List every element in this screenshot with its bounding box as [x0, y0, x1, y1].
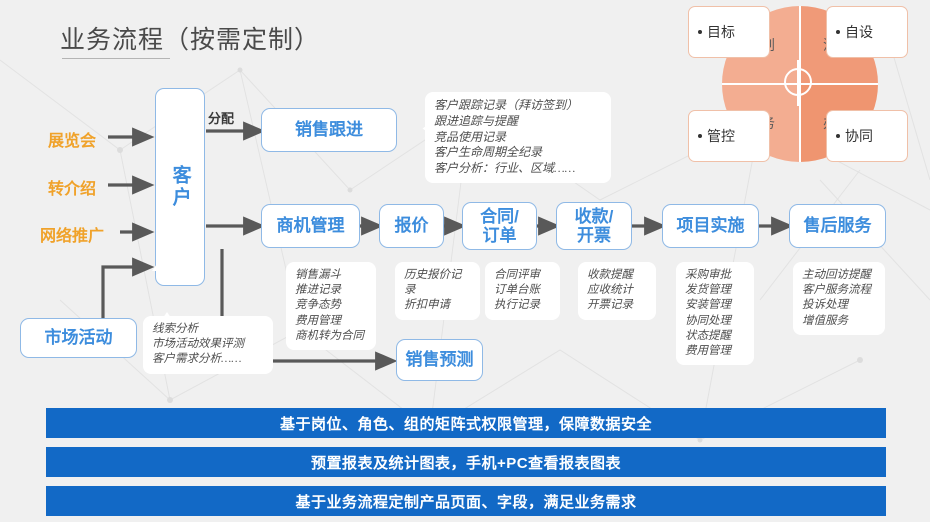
node-market-activity[interactable]: 市场活动: [20, 318, 137, 358]
node-sales-follow[interactable]: 销售跟进: [261, 108, 397, 152]
circle-corner-goal-label: 目标: [707, 24, 735, 40]
bullet-icon: [698, 30, 702, 34]
node-sales-forecast[interactable]: 销售预测: [396, 339, 483, 381]
node-quotation[interactable]: 报价: [379, 204, 444, 248]
circle-center-ring-icon: [784, 60, 812, 106]
source-label-referral: 转介绍: [48, 181, 97, 198]
note-opportunity: 销售漏斗 推进记录 竞争态势 费用管理 商机转为合同: [286, 262, 376, 350]
banner-customization: 基于业务流程定制产品页面、字段，满足业务需求: [46, 486, 886, 516]
slide-canvas: 业务流程（按需定制） 展览会 转介绍 网络推广 客户 市场活动 线索分析 市场活…: [0, 0, 930, 522]
arrow-label-assign: 分配: [208, 111, 235, 126]
node-payment-invoice[interactable]: 收款/ 开票: [556, 202, 632, 250]
note-contract-order: 合同评审 订单台账 执行记录: [485, 262, 560, 320]
note-tail-opportunity: [152, 258, 170, 271]
bullet-icon: [836, 30, 840, 34]
source-label-exhibition: 展览会: [48, 133, 97, 150]
circle-corner-collaboration-label: 协同: [845, 128, 873, 144]
circle-corner-goal[interactable]: 目标: [688, 6, 770, 58]
node-contract-order[interactable]: 合同/ 订单: [462, 202, 537, 250]
note-project-impl: 采购审批 发货管理 安装管理 协同处理 状态提醒 费用管理: [676, 262, 754, 366]
circle-corner-control-label: 管控: [707, 128, 735, 144]
circle-corner-self-config[interactable]: 自设: [826, 6, 908, 58]
bullet-icon: [698, 134, 702, 138]
node-customer[interactable]: 客户: [155, 88, 205, 286]
node-project-impl[interactable]: 项目实施: [662, 204, 759, 248]
circle-corner-self-config-label: 自设: [845, 24, 873, 40]
bullet-icon: [836, 134, 840, 138]
note-market-activity: 线索分析 市场活动效果评测 客户需求分析……: [143, 316, 273, 374]
source-label-online-promo: 网络推广: [40, 228, 105, 245]
page-title: 业务流程（按需定制）: [60, 26, 321, 54]
node-after-sales[interactable]: 售后服务: [789, 204, 886, 248]
banner-reports: 预置报表及统计图表，手机+PC查看报表图表: [46, 447, 886, 477]
note-quotation: 历史报价记录 折扣申请: [395, 262, 480, 320]
circle-corner-collaboration[interactable]: 协同: [826, 110, 908, 162]
note-payment-invoice: 收款提醒 应收统计 开票记录: [578, 262, 656, 320]
banner-permissions: 基于岗位、角色、组的矩阵式权限管理，保障数据安全: [46, 408, 886, 438]
circle-corner-control[interactable]: 管控: [688, 110, 770, 162]
note-after-sales: 主动回访提醒 客户服务流程 投诉处理 增值服务: [793, 262, 885, 335]
title-underline: [62, 58, 170, 59]
note-sales-follow: 客户跟踪记录（拜访签到） 跟进追踪与提醒 竞品使用记录 客户生命周期全纪录 客户…: [425, 92, 611, 184]
node-opportunity[interactable]: 商机管理: [261, 204, 360, 248]
